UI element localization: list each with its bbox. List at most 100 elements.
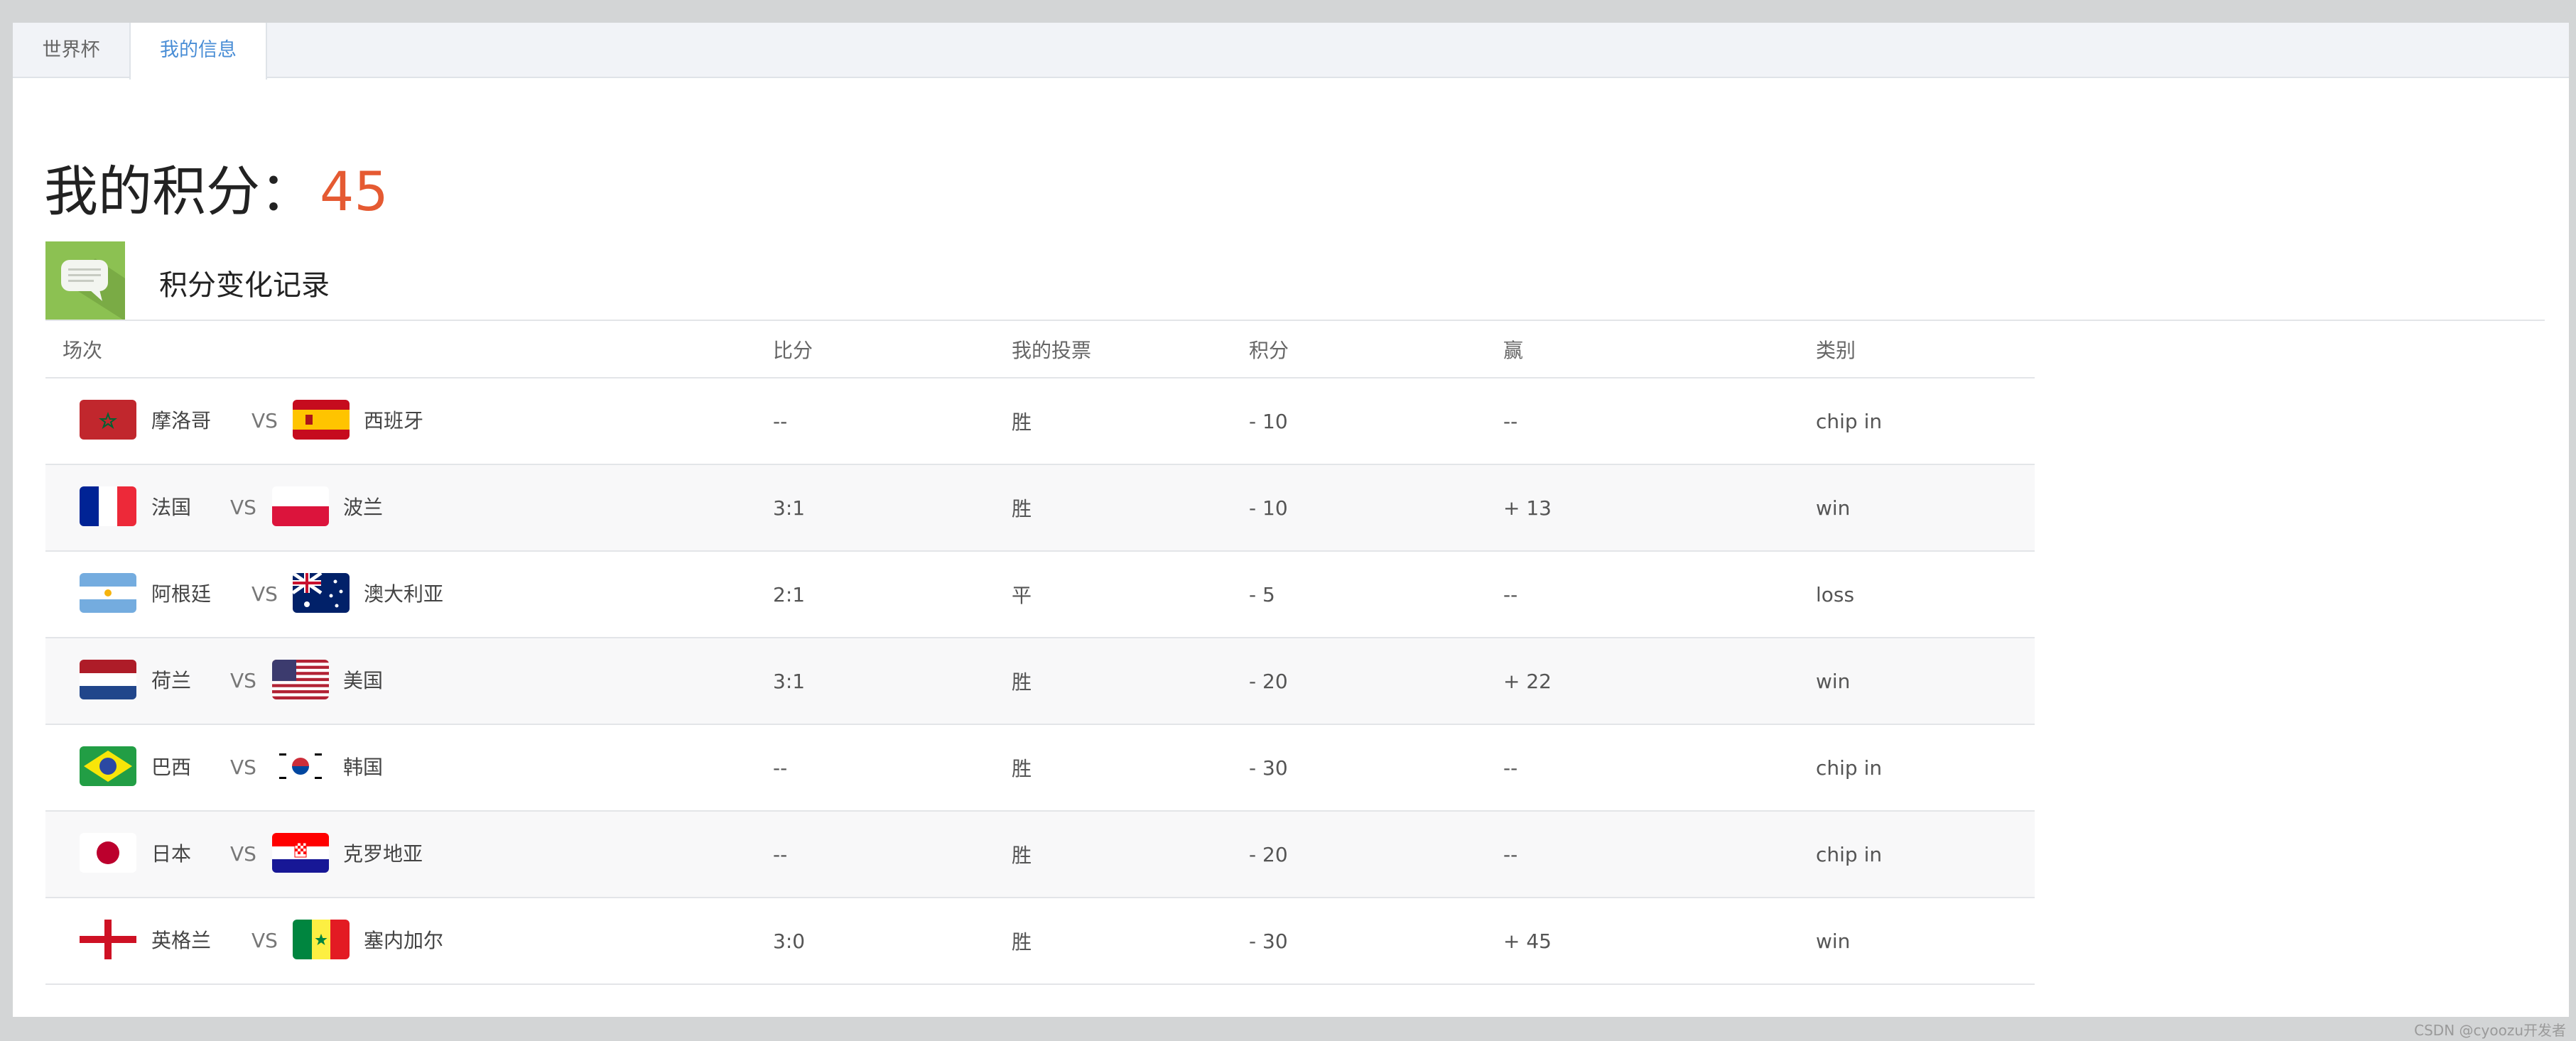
senegal-flag-icon bbox=[293, 920, 350, 959]
match-cell: 巴西 VS 韩国 bbox=[63, 725, 756, 810]
away-team: 克罗地亚 bbox=[343, 842, 423, 866]
match-cell: 日本 VS 克罗地亚 bbox=[63, 812, 756, 897]
win-amount: + 13 bbox=[1486, 464, 1799, 552]
vs-label: VS bbox=[230, 756, 256, 779]
header-score: 比分 bbox=[756, 321, 995, 378]
category-label: chip in bbox=[1799, 724, 2035, 812]
watermark: CSDN @cyoozu开发者 bbox=[2414, 1022, 2566, 1039]
morocco-flag-icon bbox=[80, 400, 136, 440]
my-vote: 平 bbox=[995, 551, 1232, 638]
away-team: 波兰 bbox=[343, 496, 384, 519]
vs-label: VS bbox=[230, 669, 256, 692]
table-row: 法国 VS 波兰 3:1 胜 - 10 + 13 win bbox=[45, 464, 2035, 552]
home-team: 法国 bbox=[151, 496, 192, 519]
match-cell: 荷兰 VS 美国 bbox=[63, 638, 756, 724]
tab-world-cup[interactable]: 世界杯 bbox=[13, 23, 129, 78]
match-score: 3:0 bbox=[756, 898, 995, 985]
category-label: chip in bbox=[1799, 811, 2035, 898]
my-vote: 胜 bbox=[995, 638, 1232, 725]
points-change: - 20 bbox=[1232, 638, 1486, 725]
score-label: 我的积分： bbox=[44, 160, 314, 223]
match-cell: 摩洛哥 VS 西班牙 bbox=[63, 378, 756, 464]
points-change: - 5 bbox=[1232, 551, 1486, 638]
home-team: 巴西 bbox=[151, 756, 192, 779]
table-row: 阿根廷 VS 澳大利亚 2:1 平 - 5 -- loss bbox=[45, 551, 2035, 638]
my-vote: 胜 bbox=[995, 898, 1232, 985]
category-label: win bbox=[1799, 464, 2035, 552]
chat-bubble-icon bbox=[45, 241, 125, 321]
header-vote: 我的投票 bbox=[995, 321, 1232, 378]
table-row: 巴西 VS 韩国 -- 胜 - 30 -- chip in bbox=[45, 724, 2035, 812]
header-match: 场次 bbox=[45, 321, 756, 378]
home-team: 荷兰 bbox=[151, 669, 192, 692]
header-category: 类别 bbox=[1799, 321, 2035, 378]
away-team: 塞内加尔 bbox=[364, 929, 444, 952]
category-label: win bbox=[1799, 898, 2035, 985]
match-score: 2:1 bbox=[756, 551, 995, 638]
table-row: 英格兰 VS 塞内加尔 3:0 胜 - 30 + 45 win bbox=[45, 898, 2035, 985]
match-score: -- bbox=[756, 724, 995, 812]
poland-flag-icon bbox=[272, 486, 329, 526]
vs-label: VS bbox=[230, 842, 256, 866]
my-vote: 胜 bbox=[995, 724, 1232, 812]
section-title: 积分变化记录 bbox=[159, 269, 330, 302]
match-score: -- bbox=[756, 378, 995, 465]
match-score: -- bbox=[756, 811, 995, 898]
away-team: 美国 bbox=[343, 669, 384, 692]
vs-label: VS bbox=[251, 929, 278, 952]
usa-flag-icon bbox=[272, 660, 329, 699]
my-score-heading: 我的积分： 45 bbox=[44, 156, 389, 227]
table-row: 摩洛哥 VS 西班牙 -- 胜 - 10 -- chip in bbox=[45, 378, 2035, 465]
croatia-flag-icon bbox=[272, 833, 329, 873]
away-team: 澳大利亚 bbox=[364, 582, 444, 606]
argentina-flag-icon bbox=[80, 573, 136, 613]
table-header-row: 场次 比分 我的投票 积分 赢 类别 bbox=[45, 321, 2035, 378]
england-flag-icon bbox=[80, 920, 136, 959]
header-points: 积分 bbox=[1232, 321, 1486, 378]
australia-flag-icon bbox=[293, 573, 350, 613]
korea-flag-icon bbox=[272, 746, 329, 786]
points-change: - 10 bbox=[1232, 378, 1486, 465]
category-label: chip in bbox=[1799, 378, 2035, 465]
away-team: 韩国 bbox=[343, 756, 384, 779]
table-row: 荷兰 VS 美国 3:1 胜 - 20 + 22 win bbox=[45, 638, 2035, 725]
home-team: 英格兰 bbox=[151, 929, 212, 952]
points-change: - 20 bbox=[1232, 811, 1486, 898]
home-team: 摩洛哥 bbox=[151, 409, 212, 432]
win-amount: + 22 bbox=[1486, 638, 1799, 725]
table-row: 日本 VS 克罗地亚 -- 胜 - 20 -- chip in bbox=[45, 811, 2035, 898]
my-vote: 胜 bbox=[995, 811, 1232, 898]
vs-label: VS bbox=[230, 496, 256, 519]
match-score: 3:1 bbox=[756, 464, 995, 552]
points-change: - 30 bbox=[1232, 898, 1486, 985]
home-team: 阿根廷 bbox=[151, 582, 212, 606]
tab-bar: 世界杯 我的信息 bbox=[13, 23, 2569, 80]
my-vote: 胜 bbox=[995, 378, 1232, 465]
match-cell: 法国 VS 波兰 bbox=[63, 465, 756, 550]
match-score: 3:1 bbox=[756, 638, 995, 725]
my-vote: 胜 bbox=[995, 464, 1232, 552]
category-label: win bbox=[1799, 638, 2035, 725]
japan-flag-icon bbox=[80, 833, 136, 873]
points-change: - 30 bbox=[1232, 724, 1486, 812]
win-amount: -- bbox=[1486, 811, 1799, 898]
vs-label: VS bbox=[251, 409, 278, 432]
away-team: 西班牙 bbox=[364, 409, 424, 432]
app-frame: 世界杯 我的信息 我的积分： 45 积分变化记录 场次 比分 我的投票 积分 赢 … bbox=[13, 23, 2569, 1017]
spain-flag-icon bbox=[293, 400, 350, 440]
brazil-flag-icon bbox=[80, 746, 136, 786]
win-amount: -- bbox=[1486, 551, 1799, 638]
home-team: 日本 bbox=[151, 842, 192, 866]
match-cell: 英格兰 VS 塞内加尔 bbox=[63, 898, 756, 983]
win-amount: -- bbox=[1486, 724, 1799, 812]
win-amount: + 45 bbox=[1486, 898, 1799, 985]
vs-label: VS bbox=[251, 582, 278, 606]
win-amount: -- bbox=[1486, 378, 1799, 465]
points-record-table: 场次 比分 我的投票 积分 赢 类别 摩洛哥 VS 西班牙 -- 胜 - 10 … bbox=[45, 321, 2035, 985]
header-win: 赢 bbox=[1486, 321, 1799, 378]
tab-my-info[interactable]: 我的信息 bbox=[129, 23, 267, 80]
netherlands-flag-icon bbox=[80, 660, 136, 699]
france-flag-icon bbox=[80, 486, 136, 526]
score-value: 45 bbox=[320, 160, 389, 223]
match-cell: 阿根廷 VS 澳大利亚 bbox=[63, 552, 756, 637]
